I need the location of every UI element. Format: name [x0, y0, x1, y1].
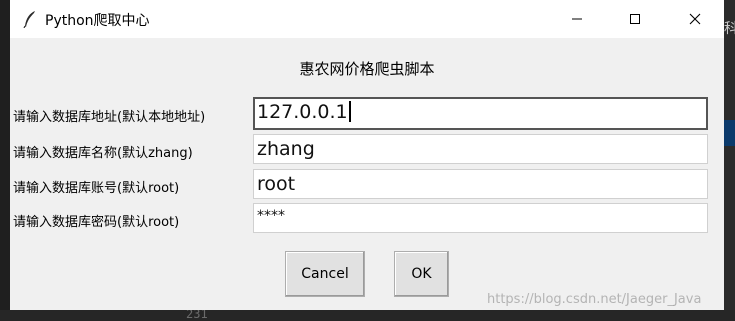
dbname-input[interactable]: zhang	[253, 134, 708, 164]
address-value: 127.0.0.1	[257, 101, 348, 123]
password-input[interactable]: ****	[253, 203, 708, 233]
editor-right-strip	[724, 0, 735, 321]
username-label: 请输入数据库账号(默认root)	[13, 181, 180, 196]
username-input[interactable]: root	[253, 169, 708, 199]
window-title: Python爬取中心	[45, 13, 150, 29]
form-heading: 惠农网价格爬虫脚本	[299, 60, 435, 78]
maximize-icon	[629, 10, 641, 29]
watermark: https://blog.csdn.net/Jaeger_Java	[487, 292, 702, 307]
feather-icon	[23, 10, 37, 29]
minimize-button[interactable]	[548, 0, 606, 38]
password-label: 请输入数据库密码(默认root)	[13, 215, 180, 230]
address-input[interactable]: 127.0.0.1	[253, 97, 708, 130]
maximize-button[interactable]	[606, 0, 664, 38]
address-label: 请输入数据库地址(默认本地地址)	[13, 110, 206, 125]
dialog-content: 惠农网价格爬虫脚本 请输入数据库地址(默认本地地址) 127.0.0.1 请输入…	[10, 38, 724, 310]
dbname-label: 请输入数据库名称(默认zhang)	[13, 146, 193, 161]
dialog-window: Python爬取中心 惠农网价格爬虫脚本 请输入数据库地址(默认本地地址) 12…	[10, 0, 724, 310]
cancel-button[interactable]: Cancel	[285, 251, 365, 297]
editor-right-text: 科	[724, 21, 735, 37]
ok-button[interactable]: OK	[394, 251, 449, 297]
title-bar[interactable]: Python爬取中心	[10, 0, 724, 38]
close-button[interactable]	[666, 0, 724, 38]
editor-selection-highlight	[724, 120, 735, 146]
editor-bottom-bar	[0, 310, 735, 321]
text-cursor	[348, 101, 351, 122]
close-icon	[689, 10, 701, 29]
minimize-icon	[571, 10, 583, 29]
